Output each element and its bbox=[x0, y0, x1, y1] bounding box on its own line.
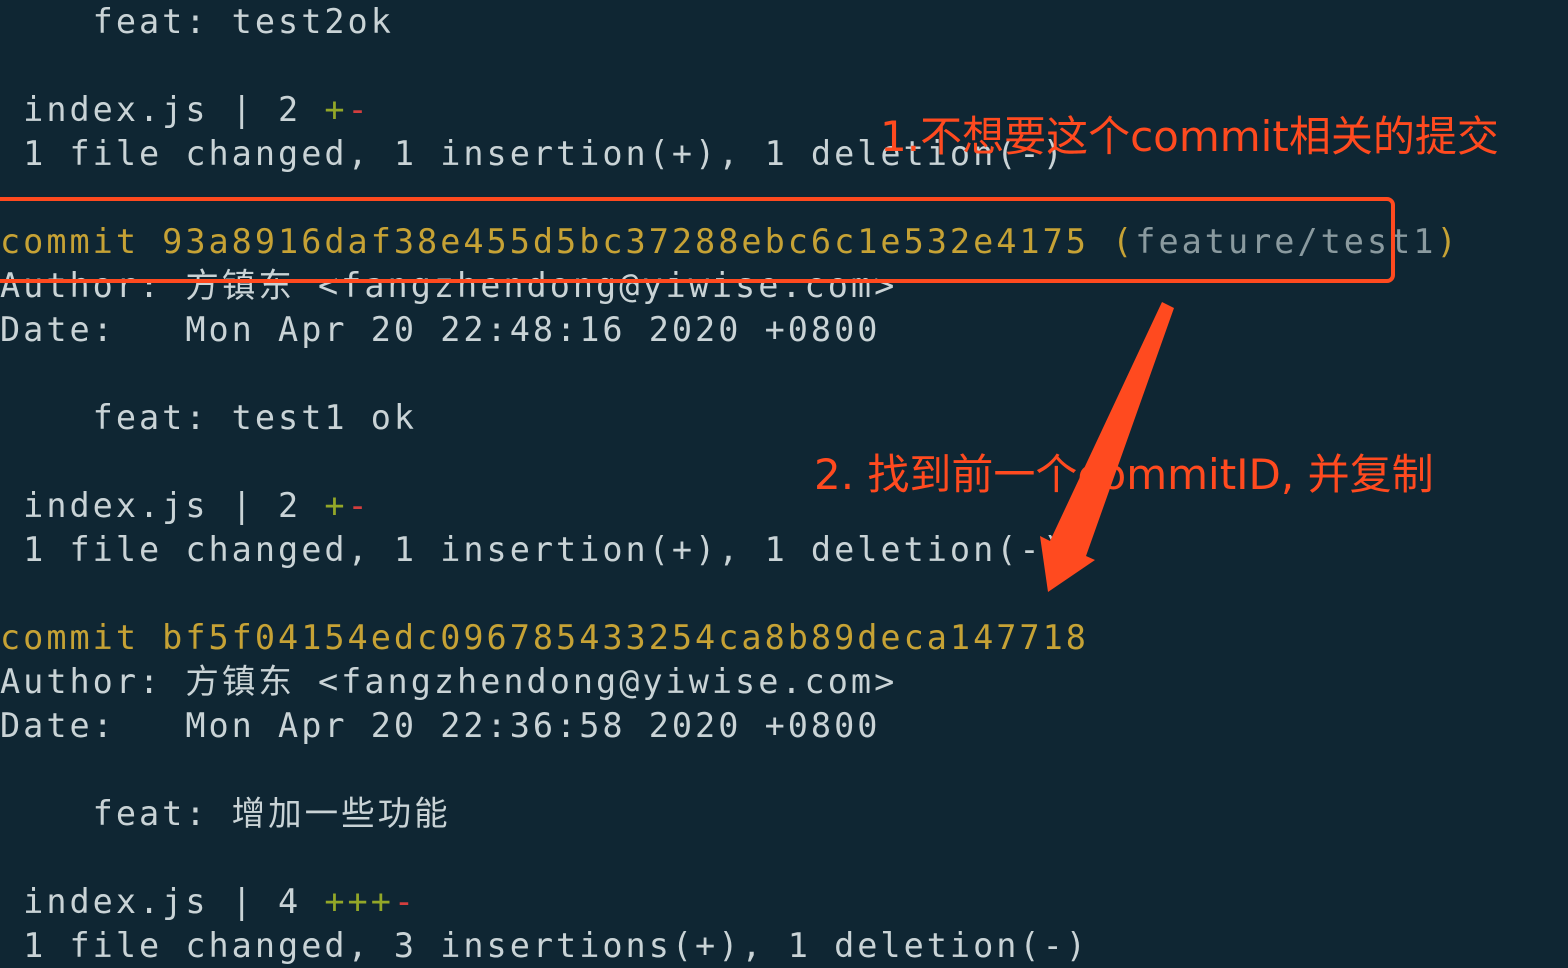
diffstat-file: index.js | 2 bbox=[0, 486, 325, 525]
commit-message: feat: test1 ok bbox=[0, 398, 418, 437]
diffstat-summary: 1 file changed, 3 insertions(+), 1 delet… bbox=[0, 926, 1089, 965]
diffstat-minus: - bbox=[347, 90, 371, 129]
date-line: Date: Mon Apr 20 22:36:58 2020 +0800 bbox=[0, 706, 881, 745]
author-line: Author: 方镇东 <fangzhendong@yiwise.com> bbox=[0, 662, 898, 701]
commit-line[interactable]: commit bf5f04154edc096785433254ca8b89dec… bbox=[0, 616, 1089, 660]
date-line: Date: Mon Apr 20 22:48:16 2020 +0800 bbox=[0, 310, 881, 349]
diffstat-plus: +++ bbox=[324, 882, 394, 921]
commit-message: feat: test2ok bbox=[0, 2, 394, 41]
diffstat-file: index.js | 4 bbox=[0, 882, 325, 921]
annotation-note-1: 1.不想要这个commit相关的提交 bbox=[880, 112, 1499, 161]
diffstat-plus: + bbox=[324, 486, 348, 525]
diffstat-plus: + bbox=[324, 90, 348, 129]
diffstat-minus: - bbox=[393, 882, 418, 921]
diffstat-line: index.js | 2 +- bbox=[0, 484, 371, 528]
diffstat-line: index.js | 2 +- bbox=[0, 88, 371, 132]
annotation-note-2: 2. 找到前一个commitID, 并复制 bbox=[814, 450, 1434, 499]
diffstat-file: index.js | 2 bbox=[0, 90, 325, 129]
commit-hash[interactable]: commit bf5f04154edc096785433254ca8b89dec… bbox=[0, 618, 1089, 657]
diffstat-minus: - bbox=[347, 486, 371, 525]
highlight-box bbox=[0, 197, 1395, 283]
commit-message: feat: 增加一些功能 bbox=[0, 794, 451, 833]
diffstat-summary: 1 file changed, 1 insertion(+), 1 deleti… bbox=[0, 530, 1066, 569]
branch-close: ) bbox=[1436, 222, 1460, 261]
diffstat-line: index.js | 4 +++- bbox=[0, 880, 417, 924]
